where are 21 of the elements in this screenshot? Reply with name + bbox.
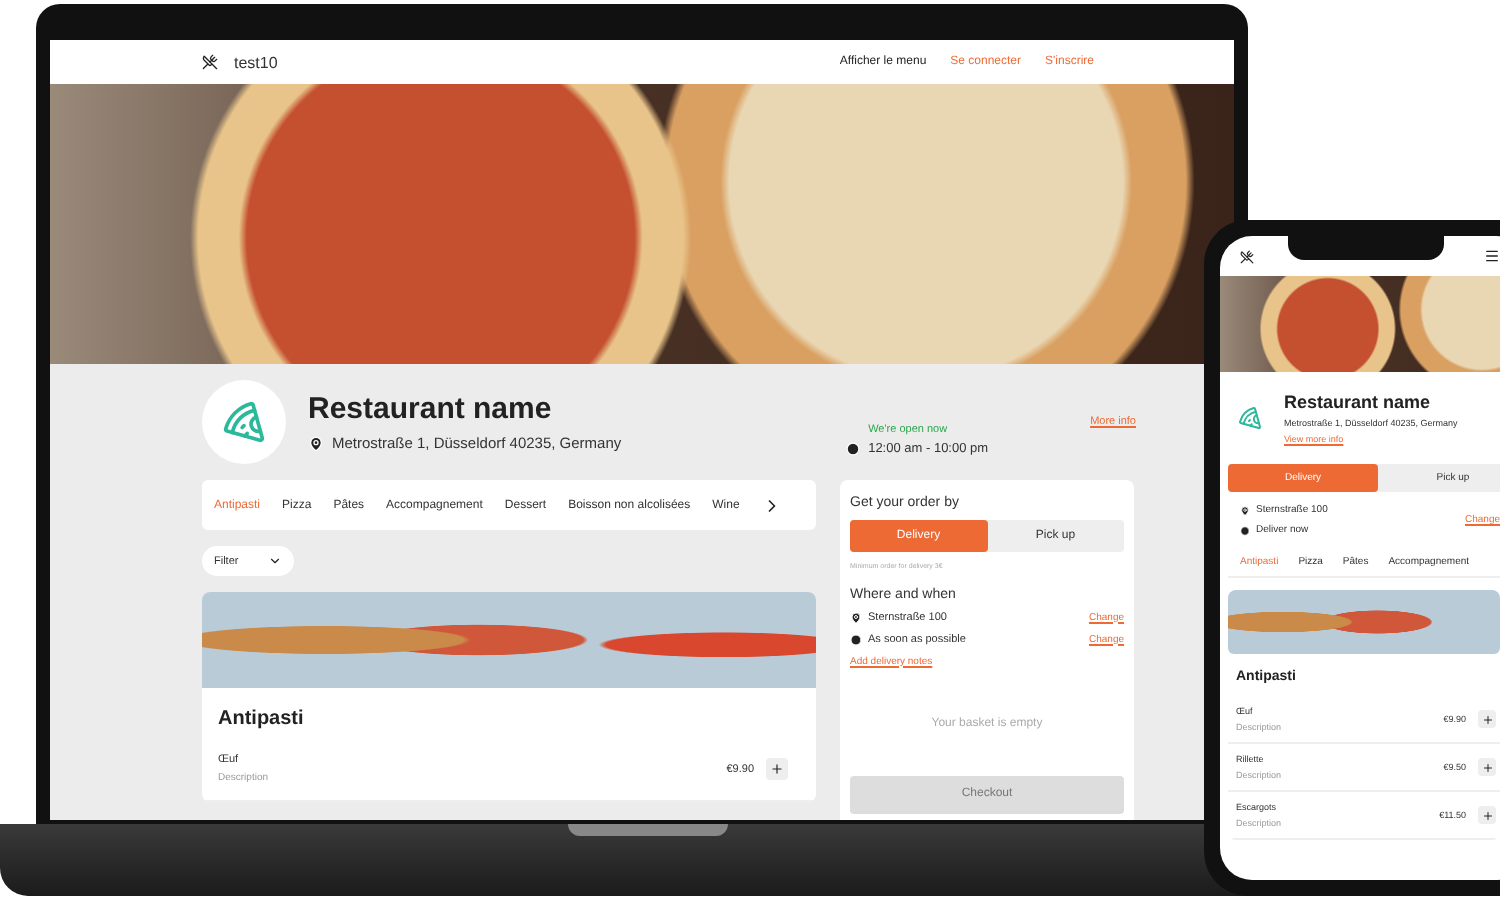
utensils-icon xyxy=(202,54,218,70)
pizza-slice-icon xyxy=(222,400,266,444)
utensils-icon xyxy=(1240,249,1254,263)
add-item-button[interactable] xyxy=(1478,710,1496,728)
add-item-button[interactable] xyxy=(766,758,788,780)
brand-name: test10 xyxy=(234,53,280,71)
pin-icon xyxy=(1240,505,1250,515)
plus-icon xyxy=(1481,809,1493,821)
section-title: Antipasti xyxy=(218,708,306,730)
restaurant-name: Restaurant name xyxy=(308,392,554,426)
plus-icon xyxy=(1481,713,1493,725)
chevron-down-icon xyxy=(268,554,282,568)
menu-icon xyxy=(1484,248,1500,264)
pizza-slice-icon xyxy=(1238,406,1262,430)
add-item-button[interactable] xyxy=(1478,806,1496,824)
restaurant-name: Restaurant name xyxy=(1284,392,1433,412)
pin-icon xyxy=(850,611,862,624)
pin-icon xyxy=(308,435,324,451)
plus-icon xyxy=(770,762,784,776)
plus-icon xyxy=(1481,761,1493,773)
add-item-button[interactable] xyxy=(1478,758,1496,776)
